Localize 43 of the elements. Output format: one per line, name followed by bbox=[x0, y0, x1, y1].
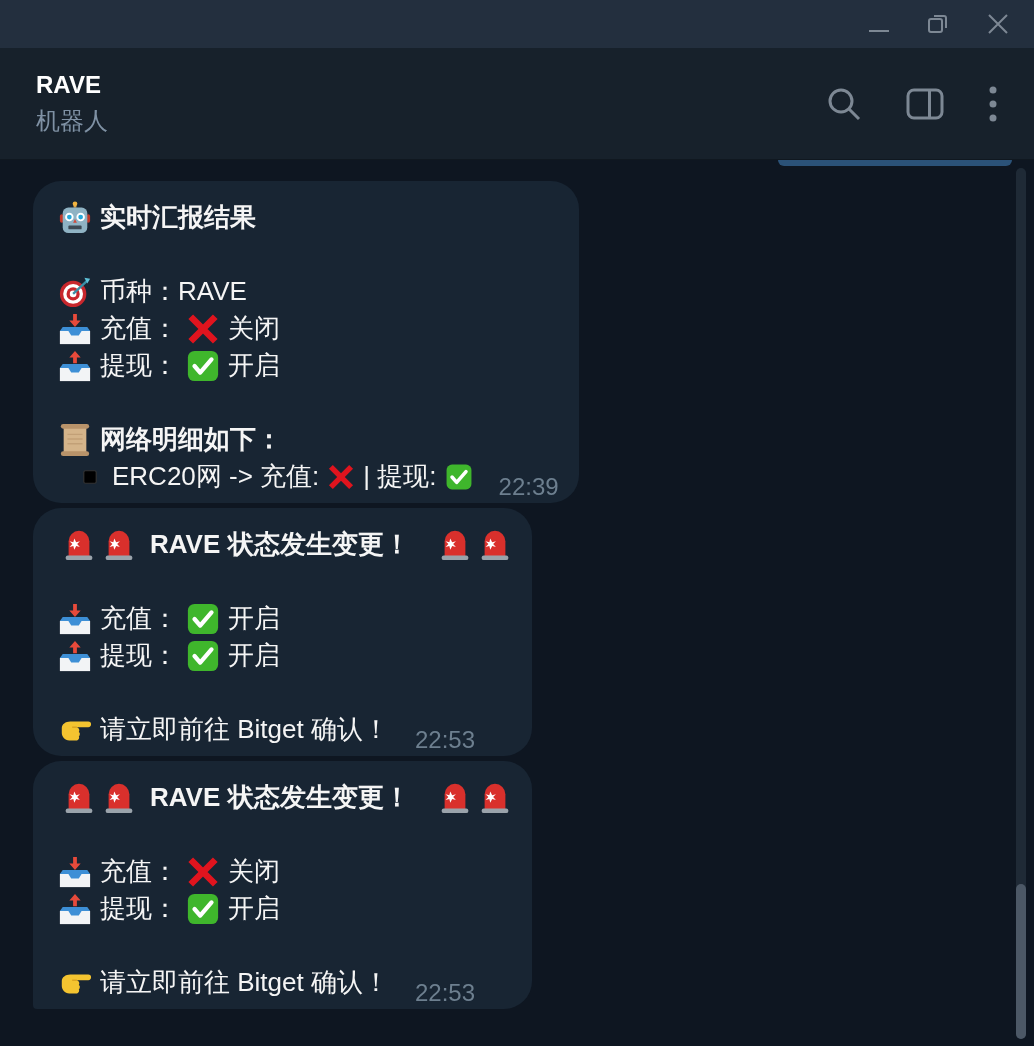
status-text: 开启 bbox=[228, 349, 280, 382]
status-text: 开启 bbox=[228, 892, 280, 925]
scroll-icon bbox=[58, 422, 92, 457]
note-text: 请立即前往 Bitget 确认！ bbox=[100, 713, 389, 746]
network-text: ERC20网 -> 充值: bbox=[112, 460, 320, 493]
status-text: 关闭 bbox=[228, 312, 280, 345]
close-icon bbox=[986, 12, 1010, 36]
scrollbar-track[interactable] bbox=[1016, 168, 1026, 1039]
field-label: 充值： bbox=[100, 602, 178, 635]
chat-subtitle: 机器人 bbox=[36, 105, 109, 136]
field-label: 提现： bbox=[100, 349, 178, 382]
inbox-tray-icon bbox=[58, 311, 92, 346]
message-title: 实时汇报结果 bbox=[100, 201, 256, 234]
note-text: 请立即前往 Bitget 确认！ bbox=[100, 966, 389, 999]
outbox-tray-icon bbox=[58, 638, 92, 673]
outbox-tray-icon bbox=[58, 891, 92, 926]
inbox-tray-icon bbox=[58, 854, 92, 889]
coin-text: 币种：RAVE bbox=[100, 275, 247, 308]
field-label: 提现： bbox=[100, 639, 178, 672]
robot-icon bbox=[58, 200, 92, 235]
scrollbar-thumb[interactable] bbox=[1016, 884, 1026, 1039]
inbox-tray-icon bbox=[58, 601, 92, 636]
sidebar-toggle-button[interactable] bbox=[906, 87, 944, 120]
more-menu-button[interactable] bbox=[988, 85, 998, 122]
restore-icon bbox=[926, 12, 950, 36]
minimize-icon bbox=[868, 30, 890, 32]
field-label: 充值： bbox=[100, 312, 178, 345]
outbox-tray-icon bbox=[58, 348, 92, 383]
close-button[interactable] bbox=[986, 12, 1010, 36]
status-text: 开启 bbox=[228, 602, 280, 635]
restore-button[interactable] bbox=[926, 12, 950, 36]
message-title: RAVE 状态发生变更！ bbox=[150, 528, 410, 561]
field-label: 充值： bbox=[100, 855, 178, 888]
message-time: 22:53 bbox=[414, 726, 475, 754]
status-text: 关闭 bbox=[228, 855, 280, 888]
message-time: 22:53 bbox=[414, 979, 475, 1007]
chat-title: RAVE bbox=[36, 70, 102, 99]
message-time: 22:39 bbox=[498, 473, 559, 501]
field-label: 提现： bbox=[100, 892, 178, 925]
message-title: RAVE 状态发生变更！ bbox=[150, 781, 410, 814]
section-title: 网络明细如下： bbox=[100, 423, 282, 456]
separator-text: | 提现: bbox=[363, 460, 437, 493]
status-text: 开启 bbox=[228, 639, 280, 672]
